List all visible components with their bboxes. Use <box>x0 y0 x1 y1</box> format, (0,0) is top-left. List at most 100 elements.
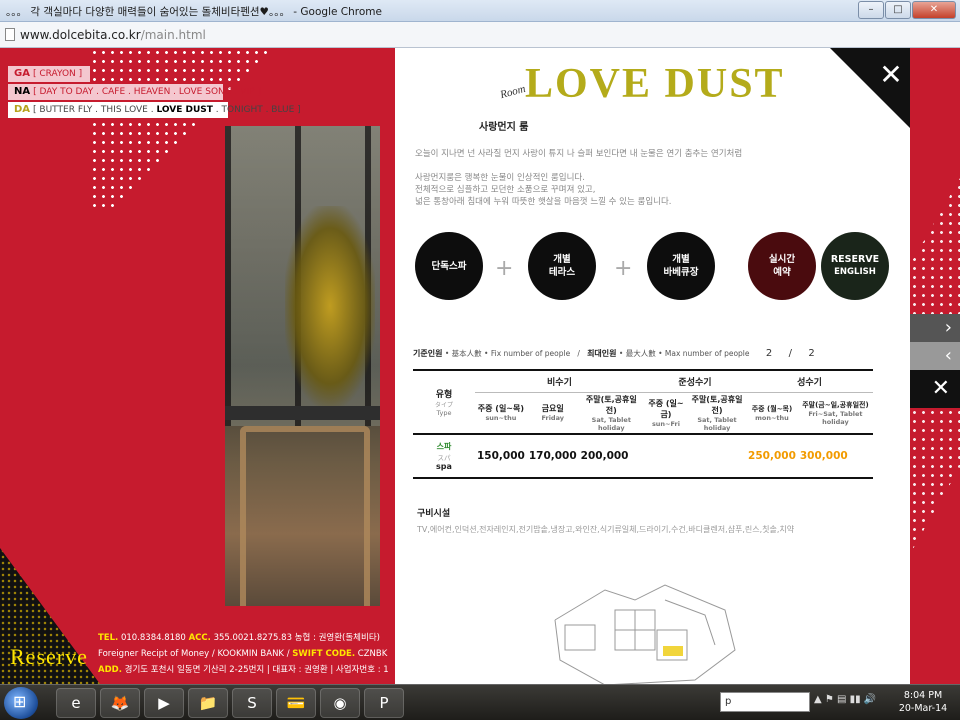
max-capacity-sub: • 最大人數 • Max number of people <box>618 349 750 358</box>
taskbar-card-icon[interactable]: 💳 <box>276 688 316 718</box>
side-close-icon[interactable]: ✕ <box>910 370 960 408</box>
window-controls: – □ ✕ <box>858 1 956 19</box>
photo-table <box>225 406 380 420</box>
taskbar: e 🦊 ▶ 📁 S 💳 ◉ P p ▲ ⚑ ▤ ▮▮ 🔊 8:04 PM 20-… <box>0 684 960 720</box>
type-header-sub2: Type <box>436 408 452 417</box>
footer-line-swift: Foreigner Recipt of Money / KOOKMIN BANK… <box>98 646 388 662</box>
next-room-icon[interactable]: › <box>910 314 960 342</box>
live-reservation-button[interactable]: 실시간예약 <box>748 232 816 300</box>
nav-ga-key: GA <box>14 68 30 79</box>
plus-icon: + <box>614 256 633 281</box>
feature-terrace: 개별테라스 <box>528 232 596 300</box>
left-panel: GA[ CRAYON ] NA[ DAY TO DAY . CAFE . HEA… <box>0 48 395 684</box>
capacity-separator-2: / <box>788 348 793 359</box>
room-script-label: Room <box>498 82 527 102</box>
room-desc-line-2: 전체적으로 심플하고 모던한 소품으로 꾸며져 있고, <box>415 185 596 195</box>
feature-bbq-line-1: 개별 <box>672 254 690 265</box>
price-cell: 250,000 <box>748 449 796 462</box>
page-viewport: GA[ CRAYON ] NA[ DAY TO DAY . CAFE . HEA… <box>0 48 960 684</box>
feature-bbq-line-2: 바베큐장 <box>663 267 699 278</box>
max-capacity-label: 최대인원 <box>587 349 617 358</box>
col-label: 주말(토,공휴일전) <box>691 394 743 415</box>
taskbar-powerpoint-icon[interactable]: P <box>364 688 404 718</box>
col-weekend: 주말(토,공휴일전) Sat, Tablet holiday <box>579 392 644 434</box>
base-capacity-sub: • 基本人數 • Fix number of people <box>444 349 571 358</box>
season-semi: 준성수기 <box>643 370 747 393</box>
nav-da-items-before[interactable]: [ BUTTER FLY . THIS LOVE . <box>33 105 156 115</box>
start-button[interactable] <box>4 687 38 719</box>
foreign-text: Foreigner Recipt of Money / KOOKMIN BANK… <box>98 649 290 659</box>
feature-spa: 단독스파 <box>415 232 483 300</box>
season-peak: 성수기 <box>746 370 873 393</box>
taskbar-skype-icon[interactable]: S <box>232 688 272 718</box>
type-header-sub1: タイプ <box>434 401 453 409</box>
plus-icon: + <box>495 256 514 281</box>
nav-ga[interactable]: GA[ CRAYON ] <box>8 66 90 82</box>
col-peak-weekend: 주말(금~일,공휴일전) Fri~Sat, Tablet holiday <box>798 392 873 434</box>
col-sub: Sat, Tablet holiday <box>697 415 737 432</box>
col-sub: sun~Fri <box>651 419 680 428</box>
taskbar-media-icon[interactable]: ▶ <box>144 688 184 718</box>
acc-value: 355.0021.8275.83 농협 : 권영환(돌체비타) <box>213 633 380 643</box>
taskbar-chrome-icon[interactable]: ◉ <box>320 688 360 718</box>
live-line-2: 예약 <box>773 267 791 278</box>
col-sub: Sat, Tablet holiday <box>591 415 631 432</box>
close-panel-icon[interactable]: ✕ <box>876 60 906 90</box>
url-path: /main.html <box>140 28 206 42</box>
price-cell: 150,000 <box>477 449 525 462</box>
taskbar-search-box[interactable]: p <box>720 692 810 712</box>
type-header-label: 유형 <box>435 389 453 400</box>
row-type-en: spa <box>436 461 452 471</box>
nav-na[interactable]: NA[ DAY TO DAY . CAFE . HEAVEN . LOVE SO… <box>8 84 261 100</box>
col-peak-weekday: 주중 (월~목) mon~thu <box>746 392 798 434</box>
col-sub: mon~thu <box>755 413 789 422</box>
room-description-2: 사랑먼지룸은 행복한 눈물이 인상적인 룸입니다. 전체적으로 심플하고 모던한… <box>415 172 895 208</box>
reserve-line-2: ENGLISH <box>834 267 876 277</box>
amenities-list: TV,에어컨,인덕션,전자레인지,전기밥솥,냉장고,와인잔,식기류일체,드라이기… <box>417 525 795 534</box>
add-label: ADD. <box>98 665 122 675</box>
amenities-title: 구비시설 <box>417 509 451 519</box>
room-subtitle: 사랑먼지 룸 <box>479 122 529 133</box>
taskbar-ie-icon[interactable]: e <box>56 688 96 718</box>
season-off: 비수기 <box>475 370 644 393</box>
nav-ga-items[interactable]: [ CRAYON ] <box>33 69 82 79</box>
rate-season-row: 유형 タイプ Type 비수기 준성수기 성수기 <box>413 370 873 435</box>
clock-time: 8:04 PM <box>903 690 943 701</box>
reserve-logo[interactable]: Reserve <box>10 644 88 670</box>
feature-terrace-line-2: 테라스 <box>548 267 576 278</box>
address-bar[interactable]: www.dolcebita.co.kr/main.html <box>0 22 960 48</box>
taskbar-folder-icon[interactable]: 📁 <box>188 688 228 718</box>
feature-spa-label: 단독스파 <box>431 260 467 272</box>
close-window-button[interactable]: ✕ <box>912 1 956 19</box>
prev-room-icon[interactable]: ‹ <box>910 342 960 370</box>
nav-na-items[interactable]: [ DAY TO DAY . CAFE . HEAVEN . LOVE SONG… <box>33 87 261 97</box>
room-photo <box>225 126 380 606</box>
url-text[interactable]: www.dolcebita.co.kr/main.html <box>20 28 206 42</box>
swift-label: SWIFT CODE. <box>292 649 356 659</box>
system-clock[interactable]: 8:04 PM 20-Mar-14 <box>890 689 956 715</box>
reserve-line-1: RESERVE <box>830 254 880 265</box>
minimize-button[interactable]: – <box>858 1 884 19</box>
maximize-button[interactable]: □ <box>885 1 911 19</box>
table-row: 스파 スパ spa 150,000 170,000 200,000 250,00… <box>413 434 873 478</box>
live-line-1: 실시간 <box>768 254 796 265</box>
right-panel: › ‹ ✕ <box>910 48 960 684</box>
col-sub: sun~thu <box>485 414 517 422</box>
system-tray-icons[interactable]: ▲ ⚑ ▤ ▮▮ 🔊 <box>814 694 876 705</box>
window-titlebar: 。。。 각 객실마다 다양한 매력들이 숨어있는 돌체비타펜션♥。。。 - Go… <box>0 0 960 22</box>
type-header: 유형 タイプ Type <box>413 370 475 435</box>
taskbar-firefox-icon[interactable]: 🦊 <box>100 688 140 718</box>
col-label: 주중 (일~목) <box>477 404 525 413</box>
acc-label: ACC. <box>188 633 211 643</box>
reserve-english-button[interactable]: RESERVE ENGLISH <box>821 232 889 300</box>
swift-value: CZNBKRSEXXX / <box>357 649 388 659</box>
feature-bbq: 개별바베큐장 <box>647 232 715 300</box>
feature-terrace-line-1: 개별 <box>553 254 571 265</box>
nav-da[interactable]: DA[ BUTTER FLY . THIS LOVE . LOVE DUST .… <box>8 102 301 118</box>
col-label: 주말(금~일,공휴일전) <box>802 400 869 409</box>
rate-column-row: 주중 (일~목) sun~thu 금요일 Friday 주말(토,공휴일전) Sat,… <box>413 392 873 434</box>
nav-da-current[interactable]: LOVE DUST <box>156 105 212 115</box>
nav-da-items-after[interactable]: . TONIGHT . BLUE ] <box>213 105 301 115</box>
col-weekday: 주중 (일~목) sun~thu <box>475 392 527 434</box>
max-capacity-value: 2 <box>808 348 815 359</box>
